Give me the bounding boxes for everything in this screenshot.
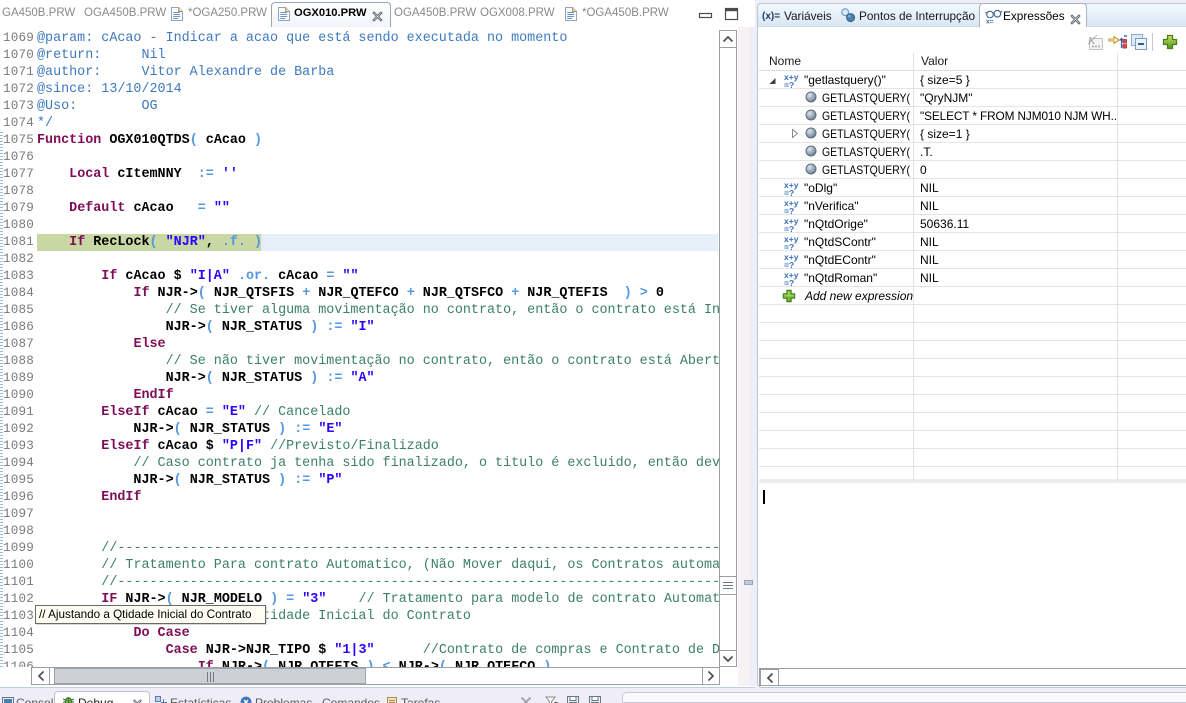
svg-text:=?: =? [784, 278, 794, 287]
svg-text:x=: x= [986, 19, 994, 26]
svg-text:=?: =? [784, 224, 794, 233]
svg-text:=?: =? [784, 206, 794, 215]
svg-text:=?: =? [784, 80, 794, 89]
svg-text:=?: =? [784, 188, 794, 197]
svg-text:=?: =? [784, 242, 794, 251]
svg-text:=?: =? [784, 260, 794, 269]
